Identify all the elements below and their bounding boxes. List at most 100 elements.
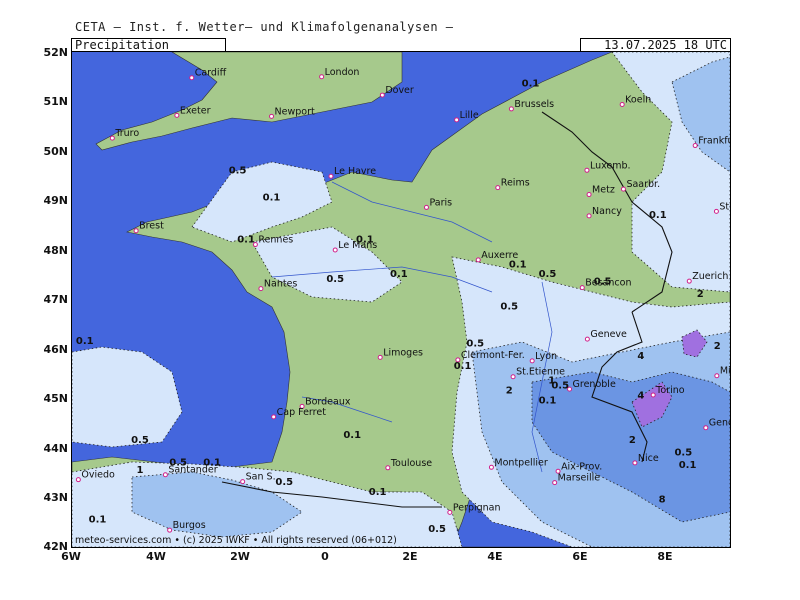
precip-value-label: 4 [637, 391, 644, 402]
city-label: Cap Ferret [277, 407, 327, 418]
city-marker [579, 285, 585, 291]
precip-value-label: 0.1 [539, 395, 557, 406]
city-marker [713, 208, 719, 214]
precip-value-label: 0.1 [237, 235, 255, 246]
precip-value-label: 0.1 [76, 336, 94, 347]
city-marker [714, 373, 720, 379]
lon-tick-6W: 6W [61, 550, 81, 563]
city-marker [332, 247, 338, 253]
city-marker [454, 117, 460, 123]
precip-value-label: 0.5 [229, 165, 247, 176]
product-label: Precipitation [mm/6h] [71, 38, 226, 65]
city-label: Le Havre [334, 166, 376, 177]
lat-tick-44N: 44N [43, 442, 68, 455]
lat-tick-48N: 48N [43, 244, 68, 257]
precip-value-label: 0.5 [428, 524, 446, 535]
city-marker [423, 204, 429, 210]
precip-value-label: 0.5 [169, 457, 187, 468]
precip-value-label: 0.1 [263, 193, 281, 204]
precip-value-label: 0.1 [343, 430, 361, 441]
city-label: Bordeaux [305, 396, 351, 407]
precip-value-label: 0.5 [551, 381, 569, 392]
city-marker [508, 106, 514, 112]
city-label: Aix-Prov. [561, 461, 602, 472]
city-label: Lille [460, 110, 479, 121]
lat-tick-46N: 46N [43, 343, 68, 356]
lat-tick-49N: 49N [43, 194, 68, 207]
precip-value-label: 0.1 [649, 210, 667, 221]
precip-value-label: 2 [629, 435, 636, 446]
precip-value-label: 0.1 [203, 457, 221, 468]
precip-value-label: 0.5 [326, 274, 344, 285]
valid-time-label: 13.07.2025 18 UTC [580, 38, 731, 52]
precip-value-label: 0.1 [356, 235, 374, 246]
city-label: Koeln [625, 94, 651, 105]
lon-tick-2W: 2W [230, 550, 250, 563]
lon-tick-6E: 6E [572, 550, 588, 563]
city-marker [167, 527, 173, 533]
city-label: Burgos [173, 520, 206, 531]
lon-tick-4W: 4W [146, 550, 166, 563]
precip-value-label: 0.5 [275, 477, 293, 488]
city-label: Perpignan [453, 502, 501, 513]
city-label: Metz [592, 185, 615, 196]
lon-tick-2E: 2E [402, 550, 418, 563]
city-label: Lyon [535, 351, 557, 362]
lat-tick-43N: 43N [43, 491, 68, 504]
city-marker [379, 92, 385, 98]
precip-value-label: 0.1 [390, 269, 408, 280]
precip-value-label: 0.5 [594, 277, 612, 288]
city-marker [692, 143, 698, 149]
city-label: Rennes [258, 235, 293, 246]
city-label: Marseille [558, 473, 601, 484]
lon-tick-0: 0 [321, 550, 329, 563]
city-label: Torino [655, 385, 685, 396]
city-marker [269, 113, 275, 119]
city-marker [328, 173, 334, 179]
precip-value-label: 0.1 [89, 514, 107, 525]
city-label: Montpellier [494, 457, 547, 468]
city-marker [385, 465, 391, 471]
precip-value-label: 0.5 [466, 339, 484, 350]
lat-tick-52N: 52N [43, 46, 68, 59]
city-label: Brest [139, 221, 164, 232]
city-marker [109, 135, 115, 141]
precip-value-label: 2 [506, 386, 513, 397]
city-marker [584, 167, 590, 173]
city-marker [620, 186, 626, 192]
city-marker [686, 278, 692, 284]
city-marker [75, 477, 81, 483]
city-marker [447, 509, 453, 515]
city-marker [529, 358, 535, 364]
city-label: Oviedo [81, 470, 115, 481]
city-marker [619, 101, 625, 107]
city-label: Truro [114, 128, 139, 139]
city-label: Milano [720, 366, 730, 377]
city-marker [488, 464, 494, 470]
city-label: Limoges [383, 347, 423, 358]
precipitation-map: Cardiff London Exeter Newport Dover Truro Lill… [71, 51, 731, 548]
city-marker [650, 392, 656, 398]
city-label: Genova [709, 418, 730, 429]
city-marker [586, 213, 592, 219]
city-label: Frankfurt [698, 136, 730, 147]
city-marker [703, 425, 709, 431]
city-label: Nantes [264, 279, 298, 290]
precip-value-label: 0.1 [679, 460, 697, 471]
city-marker [377, 354, 383, 360]
precip-value-label: 0.1 [522, 79, 540, 90]
precip-value-label: 0.1 [454, 361, 472, 372]
precip-value-label: 8 [659, 494, 666, 505]
city-label: St.Etienne [516, 367, 565, 378]
city-label: Exeter [180, 105, 211, 116]
city-label: Dover [385, 85, 414, 96]
precip-value-label: 4 [637, 351, 644, 362]
city-label: Cardiff [195, 68, 227, 79]
city-label: Grenoble [573, 379, 616, 390]
precip-value-label: 0.5 [500, 301, 518, 312]
precip-value-label: 2 [714, 341, 721, 352]
lon-tick-4E: 4E [487, 550, 503, 563]
city-marker [162, 472, 168, 478]
city-label: London [325, 67, 360, 78]
city-label: Newport [275, 106, 315, 117]
